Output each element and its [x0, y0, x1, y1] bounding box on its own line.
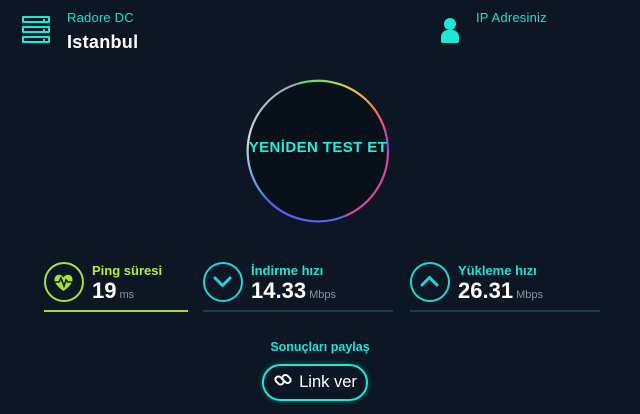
chevron-up-icon — [410, 262, 450, 302]
server-icon — [22, 16, 50, 46]
heartbeat-icon — [44, 262, 84, 302]
link-button[interactable]: Link ver — [262, 364, 368, 401]
speedtest-screen: Radore DC Istanbul IP Adresiniz YENİDEN … — [0, 0, 640, 414]
download-unit: Mbps — [309, 289, 336, 301]
download-underline — [203, 310, 393, 312]
ping-label: Ping süresi — [92, 263, 163, 278]
download-value: 14.33 — [251, 278, 307, 303]
download-label: İndirme hızı — [251, 263, 324, 278]
upload-value: 26.31 — [458, 278, 514, 303]
ping-unit: ms — [119, 289, 135, 301]
ip-info: IP Adresiniz — [440, 10, 547, 46]
link-icon — [273, 370, 293, 395]
upload-label: Yükleme hızı — [458, 263, 537, 278]
upload-value-wrap: 26.31 Mbps — [458, 278, 543, 304]
ping-value-wrap: 19 ms — [92, 278, 134, 304]
retest-button[interactable]: YENİDEN TEST ET — [245, 139, 391, 156]
download-value-wrap: 14.33 Mbps — [251, 278, 336, 304]
ip-label: IP Adresiniz — [476, 10, 547, 25]
chevron-down-icon — [203, 262, 243, 302]
speed-gauge[interactable]: YENİDEN TEST ET — [245, 73, 391, 229]
ping-underline — [44, 310, 188, 312]
upload-unit: Mbps — [516, 289, 543, 301]
upload-underline — [410, 310, 600, 312]
ping-value: 19 — [92, 278, 117, 303]
user-icon — [440, 14, 460, 46]
server-provider: Radore DC — [67, 10, 134, 25]
server-city: Istanbul — [67, 32, 139, 52]
share-label: Sonuçları paylaş — [270, 340, 370, 354]
server-info[interactable]: Radore DC Istanbul — [22, 10, 138, 53]
link-button-label: Link ver — [299, 373, 357, 391]
